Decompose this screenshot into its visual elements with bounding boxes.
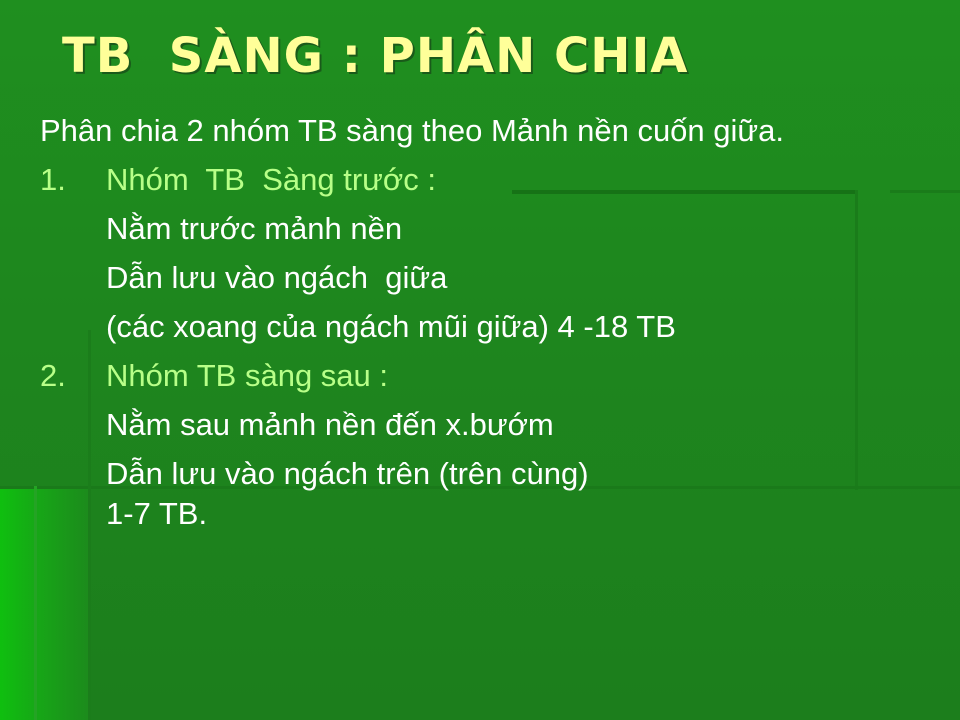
slide-title: TB SÀNG : PHÂN CHIA [62,28,689,84]
group-line: Dẫn lưu vào ngách giữa [106,260,448,295]
decorative-line [855,190,858,490]
group-line: Nằm trước mảnh nền [106,211,403,246]
intro-text: Phân chia 2 nhóm TB sàng theo Mảnh nền c… [40,113,785,148]
decorative-line [890,190,960,193]
group-line: Nằm sau mảnh nền đến x.bướm [106,407,554,442]
decorative-line [512,190,857,194]
group-line: (các xoang của ngách mũi giữa) 4 -18 TB [106,309,676,344]
group-heading: Nhóm TB sàng sau : [106,358,389,393]
background-gradient-panel [0,488,90,720]
group-line: 1-7 TB. [106,496,208,531]
decorative-line [34,486,37,720]
group-heading: Nhóm TB Sàng trước : [106,162,436,197]
group-number: 1. [40,162,66,197]
decorative-line [88,330,91,720]
group-number: 2. [40,358,66,393]
